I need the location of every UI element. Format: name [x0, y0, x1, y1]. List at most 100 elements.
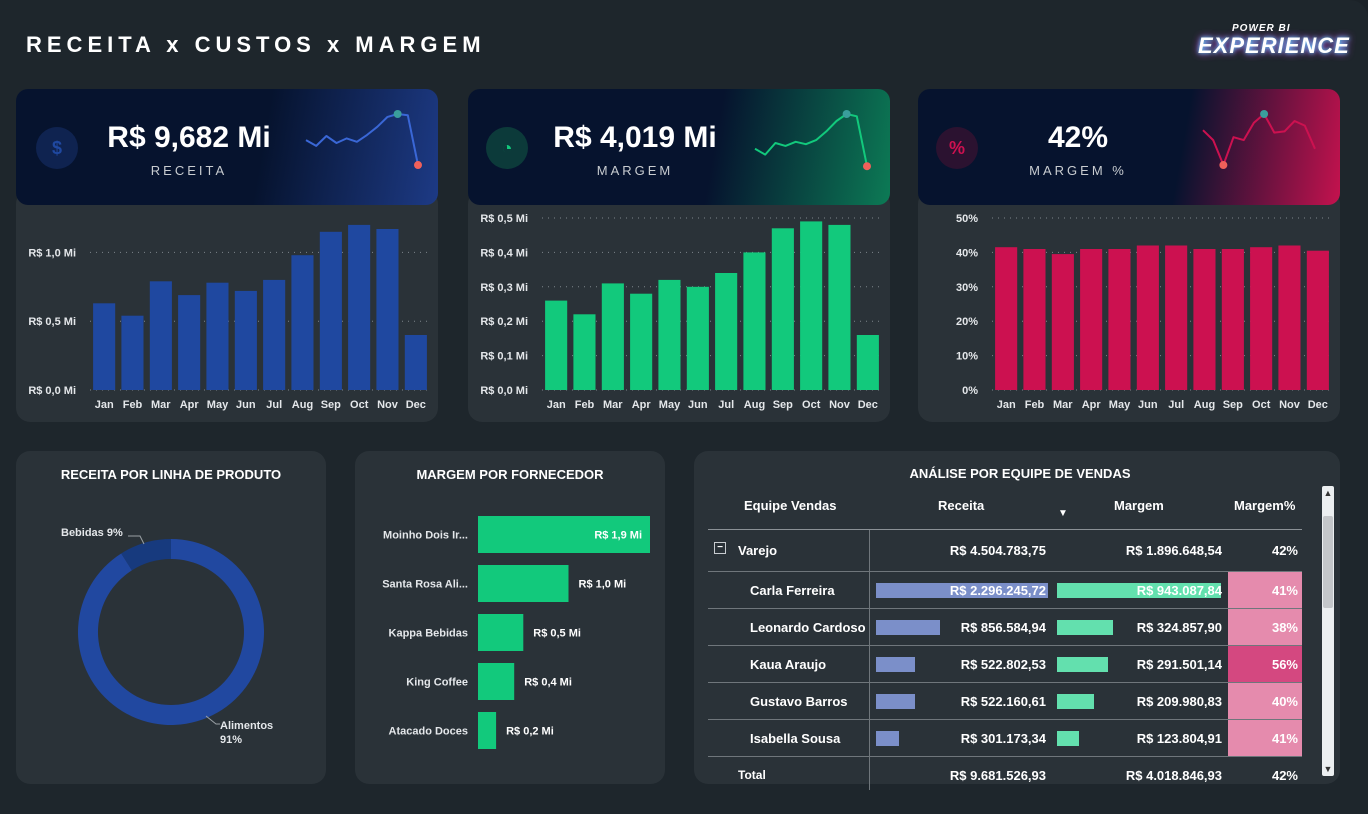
- kpi-card-margem[interactable]: ◔ R$ 4,019 Mi MARGEM: [468, 89, 890, 205]
- sparkline-min-point: [863, 162, 871, 171]
- bar-jul[interactable]: [715, 273, 738, 390]
- x-tick-label: May: [207, 399, 229, 411]
- supplier-value-label: R$ 0,4 Mi: [524, 677, 572, 689]
- total-margem-pct: 42%: [1271, 768, 1298, 783]
- table-row[interactable]: Leonardo Cardoso R$ 856.584,94 R$ 324.857,…: [708, 609, 1302, 646]
- minus-box-icon[interactable]: −: [714, 542, 726, 554]
- x-tick-label: Aug: [744, 399, 765, 411]
- column-header-equipe[interactable]: Equipe Vendas: [744, 498, 836, 513]
- power-bi-experience-logo: POWER BI EXPERIENCE: [1192, 20, 1349, 70]
- bar-jan[interactable]: [545, 300, 568, 390]
- bar-sep[interactable]: [771, 228, 794, 390]
- bar-jan[interactable]: [995, 247, 1018, 390]
- x-tick-label: Jun: [236, 399, 256, 411]
- scroll-down-icon[interactable]: ▼: [1322, 764, 1334, 774]
- y-tick-label: R$ 0,2 Mi: [480, 316, 528, 328]
- margem-data-bar: [1057, 694, 1094, 709]
- x-tick-label: Dec: [1308, 399, 1328, 411]
- x-tick-label: Apr: [632, 399, 652, 411]
- bar-mar[interactable]: [149, 281, 172, 390]
- table-group-row-varejo[interactable]: − Varejo R$ 4.504.783,75 R$ 1.896.648,54…: [708, 530, 1302, 572]
- supplier-bar[interactable]: [478, 663, 515, 700]
- bar-aug[interactable]: [743, 252, 766, 390]
- bar-oct[interactable]: [348, 224, 371, 390]
- bar-apr[interactable]: [178, 295, 201, 390]
- margem-data-bar: [1057, 657, 1108, 672]
- row-receita: R$ 522.160,61: [960, 694, 1046, 709]
- bar-mar[interactable]: [601, 283, 624, 390]
- bar-nov[interactable]: [828, 224, 851, 390]
- bar-dec[interactable]: [1306, 250, 1329, 390]
- group-receita: R$ 4.504.783,75: [949, 543, 1046, 558]
- bar-nov[interactable]: [1278, 245, 1301, 391]
- bar-dec[interactable]: [856, 335, 879, 390]
- row-margem-pct: 40%: [1271, 694, 1298, 709]
- x-tick-label: Aug: [292, 399, 313, 411]
- supplier-bar[interactable]: [478, 565, 569, 602]
- supplier-bar[interactable]: [478, 712, 497, 749]
- bar-apr[interactable]: [1080, 249, 1103, 390]
- bar-aug[interactable]: [1193, 249, 1216, 390]
- bar-may[interactable]: [206, 282, 229, 390]
- kpi-card-margem-pct[interactable]: % 42% MARGEM %: [918, 89, 1340, 205]
- table-row[interactable]: Gustavo Barros R$ 522.160,61 R$ 209.980,83…: [708, 683, 1302, 720]
- bar-aug[interactable]: [291, 255, 314, 390]
- bar-may[interactable]: [658, 279, 681, 390]
- column-header-receita[interactable]: Receita: [938, 498, 984, 513]
- bar-jul[interactable]: [1165, 245, 1188, 391]
- bar-may[interactable]: [1108, 249, 1131, 390]
- y-tick-label: R$ 0,0 Mi: [480, 385, 528, 397]
- y-tick-label: 20%: [956, 316, 978, 328]
- donut-slice-alimentos[interactable]: [78, 539, 265, 725]
- bar-sep[interactable]: [319, 231, 342, 390]
- table-row[interactable]: Isabella Sousa R$ 301.173,34 R$ 123.804,91…: [708, 720, 1302, 757]
- supplier-value-label: R$ 1,9 Mi: [594, 530, 642, 542]
- table-row[interactable]: Kaua Araujo R$ 522.802,53 R$ 291.501,14 56%: [708, 646, 1302, 683]
- row-receita: R$ 856.584,94: [960, 620, 1046, 635]
- bar-oct[interactable]: [800, 221, 823, 390]
- bar-feb[interactable]: [573, 314, 596, 390]
- supplier-value-label: R$ 0,2 Mi: [506, 726, 554, 738]
- x-tick-label: Oct: [1252, 399, 1271, 411]
- bar-jun[interactable]: [1136, 245, 1159, 391]
- logo-main-text: EXPERIENCE: [1198, 33, 1350, 58]
- bar-mar[interactable]: [1051, 254, 1074, 390]
- slice-label-alimentos: Alimentos: [220, 720, 273, 732]
- x-tick-label: Oct: [350, 399, 369, 411]
- supplier-bar[interactable]: [478, 614, 524, 651]
- x-tick-label: May: [659, 399, 681, 411]
- bar-oct[interactable]: [1250, 247, 1273, 390]
- bar-nov[interactable]: [376, 229, 399, 390]
- row-receita: R$ 2.296.245,72: [949, 583, 1046, 598]
- supplier-value-label: R$ 1,0 Mi: [579, 579, 627, 591]
- row-margem: R$ 291.501,14: [1136, 657, 1222, 672]
- kpi-value-receita: R$ 9,682 Mi: [107, 121, 271, 154]
- row-name: Leonardo Cardoso: [750, 620, 866, 635]
- column-header-margem[interactable]: Margem: [1114, 498, 1164, 513]
- bar-sep[interactable]: [1221, 249, 1244, 390]
- bar-apr[interactable]: [630, 293, 653, 390]
- x-tick-label: Feb: [575, 399, 595, 411]
- bar-jan[interactable]: [93, 303, 116, 390]
- bar-dec[interactable]: [404, 335, 427, 390]
- column-header-margem-pct[interactable]: Margem%: [1234, 498, 1295, 513]
- percent-icon: %: [936, 127, 978, 169]
- bar-jul[interactable]: [263, 279, 286, 390]
- x-tick-label: Jul: [718, 399, 734, 411]
- sort-down-icon[interactable]: ▼: [1058, 508, 1068, 519]
- x-tick-label: Sep: [1223, 399, 1243, 411]
- table-title: ANÁLISE POR EQUIPE DE VENDAS: [909, 466, 1131, 481]
- table-row[interactable]: Carla Ferreira R$ 2.296.245,72 R$ 943.087,…: [708, 572, 1302, 609]
- bar-feb[interactable]: [1023, 249, 1046, 390]
- x-tick-label: Jul: [266, 399, 282, 411]
- x-tick-label: May: [1109, 399, 1131, 411]
- bar-jun[interactable]: [686, 286, 709, 390]
- table-scrollbar[interactable]: ▲ ▼: [1322, 486, 1334, 776]
- bar-feb[interactable]: [121, 315, 144, 390]
- supplier-label: Santa Rosa Ali...: [382, 579, 468, 591]
- bar-jun[interactable]: [234, 290, 257, 390]
- kpi-card-receita[interactable]: $ R$ 9,682 Mi RECEITA: [16, 89, 438, 205]
- x-tick-label: Dec: [406, 399, 426, 411]
- scroll-up-icon[interactable]: ▲: [1322, 488, 1334, 498]
- scrollbar-thumb[interactable]: [1323, 516, 1333, 608]
